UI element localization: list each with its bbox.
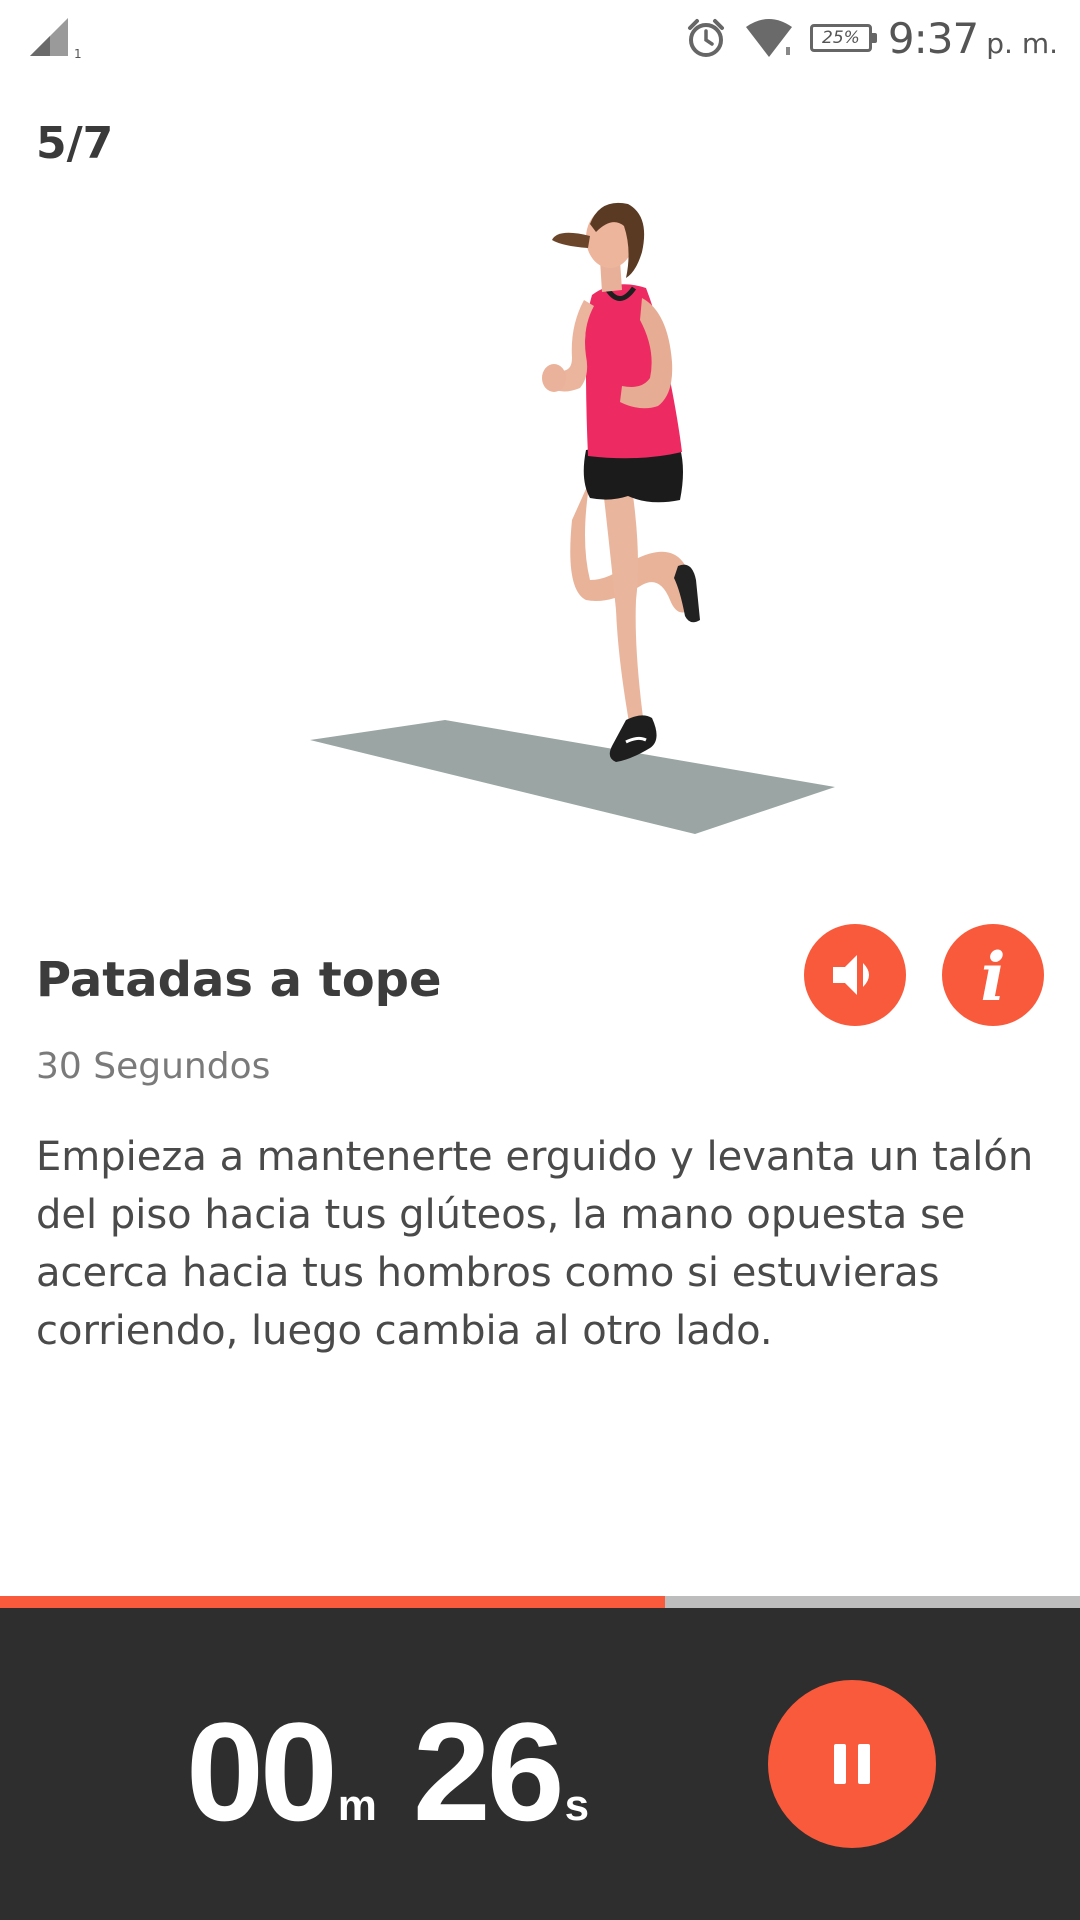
exercise-screen: 1 25% 9:37 p. m. 5/7 Patadas a tope i 30… — [0, 0, 1080, 1920]
pause-icon — [834, 1744, 870, 1784]
timer-seconds: 26 — [412, 1693, 565, 1850]
battery-icon: 25% — [809, 24, 877, 52]
status-ampm: p. m. — [986, 26, 1058, 60]
timer-seconds-unit: s — [564, 1781, 590, 1830]
wifi-icon — [745, 19, 792, 57]
step-counter: 5/7 — [36, 118, 114, 169]
sound-button[interactable] — [804, 924, 906, 1026]
countdown-timer: 00 m 26 s — [186, 1702, 589, 1842]
exercise-illustration — [310, 202, 835, 834]
speaker-icon — [833, 955, 869, 995]
info-icon: i — [980, 938, 1006, 1016]
alarm-icon — [687, 19, 724, 57]
pause-button[interactable] — [768, 1680, 936, 1848]
info-button[interactable]: i — [942, 924, 1044, 1026]
timer-minutes-unit: m — [337, 1781, 377, 1830]
sim-label: 1 — [74, 47, 82, 60]
cell-signal-icon: 1 — [30, 18, 82, 60]
status-bar: 1 25% 9:37 p. m. — [0, 0, 1080, 80]
exercise-title: Patadas a tope — [36, 952, 442, 1008]
timer-minutes: 00 — [186, 1693, 338, 1850]
exercise-duration: 30 Segundos — [36, 1046, 271, 1087]
battery-label: 25% — [822, 28, 860, 48]
standing-leg — [602, 475, 644, 728]
exercise-mat — [310, 720, 835, 834]
exercise-progress-bar — [0, 1596, 1080, 1608]
exercise-progress-fill — [0, 1596, 666, 1608]
status-clock: 9:37 p. m. — [888, 14, 1058, 63]
exercise-description: Empieza a mantenerte erguido y levanta u… — [36, 1134, 1034, 1354]
status-right: 25% 9:37 p. m. — [684, 10, 1058, 66]
status-time: 9:37 — [887, 13, 979, 63]
